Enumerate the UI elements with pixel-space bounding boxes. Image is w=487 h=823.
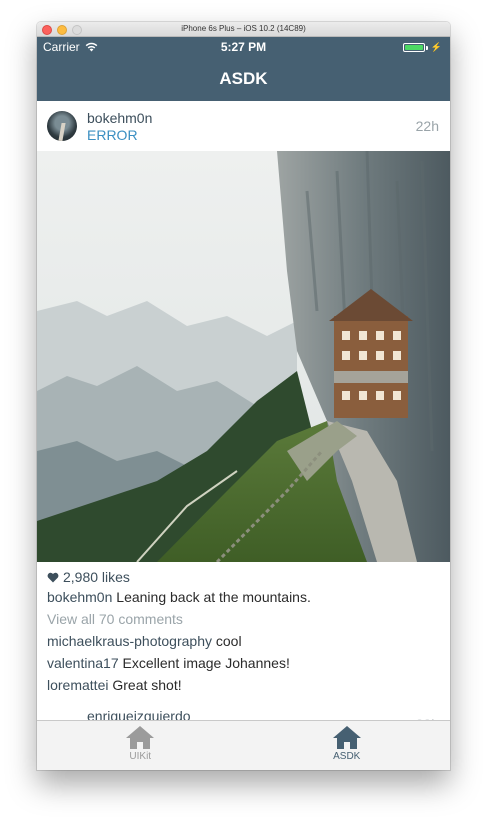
comment-username[interactable]: loremattei — [47, 677, 108, 693]
tab-uikit-label: UIKit — [129, 751, 152, 762]
likes-row: 2,980 likes — [47, 568, 440, 586]
caption-username[interactable]: bokehm0n — [47, 589, 112, 605]
post-details: 2,980 likes bokehm0n Leaning back at the… — [37, 562, 450, 696]
tab-uikit[interactable]: UIKit — [37, 721, 244, 770]
post-username[interactable]: bokehm0n — [87, 110, 152, 126]
charging-icon: ⚡ — [430, 42, 442, 52]
comment-text: cool — [215, 633, 242, 649]
view-all-comments-link[interactable]: View all 70 comments — [47, 608, 440, 630]
tab-bar: UIKit ASDK — [37, 720, 450, 770]
comment-row: loremattei Great shot! — [47, 674, 440, 696]
tab-asdk-label: ASDK — [333, 751, 361, 762]
window-title: iPhone 6s Plus – iOS 10.2 (14C89) — [181, 24, 306, 33]
window-controls — [42, 25, 82, 35]
heart-icon[interactable] — [47, 572, 59, 583]
post-time: 22h — [415, 118, 439, 134]
zoom-window-button[interactable] — [72, 25, 82, 35]
comment-row: valentina17 Excellent image Johannes! — [47, 652, 440, 674]
minimize-window-button[interactable] — [57, 25, 67, 35]
home-icon — [126, 726, 155, 749]
status-time: 5:27 PM — [220, 40, 267, 54]
avatar[interactable] — [47, 111, 77, 141]
comment-username[interactable]: valentina17 — [47, 655, 119, 671]
close-window-button[interactable] — [42, 25, 52, 35]
comment-text: Great shot! — [112, 677, 182, 693]
likes-count[interactable]: 2,980 likes — [63, 569, 130, 585]
comment-row: michaelkraus-photography cool — [47, 630, 440, 652]
post-header: bokehm0n ERROR 22h — [37, 101, 450, 151]
comment-username[interactable]: michaelkraus-photography — [47, 633, 212, 649]
caption: bokehm0n Leaning back at the mountains. — [47, 586, 440, 608]
comment-text: Excellent image Johannes! — [122, 655, 290, 671]
battery-icon: ⚡ — [402, 42, 442, 53]
tab-asdk[interactable]: ASDK — [244, 721, 451, 770]
nav-title: ASDK — [37, 57, 450, 101]
post-location[interactable]: ERROR — [87, 127, 138, 143]
post-photo[interactable] — [37, 151, 450, 562]
window-titlebar: iPhone 6s Plus – iOS 10.2 (14C89) — [37, 22, 450, 37]
simulator-window: iPhone 6s Plus – iOS 10.2 (14C89) Carrie… — [37, 22, 450, 770]
caption-text: Leaning back at the mountains. — [116, 589, 311, 605]
home-icon — [332, 726, 361, 749]
status-bar: Carrier 5:27 PM ⚡ — [37, 37, 450, 57]
